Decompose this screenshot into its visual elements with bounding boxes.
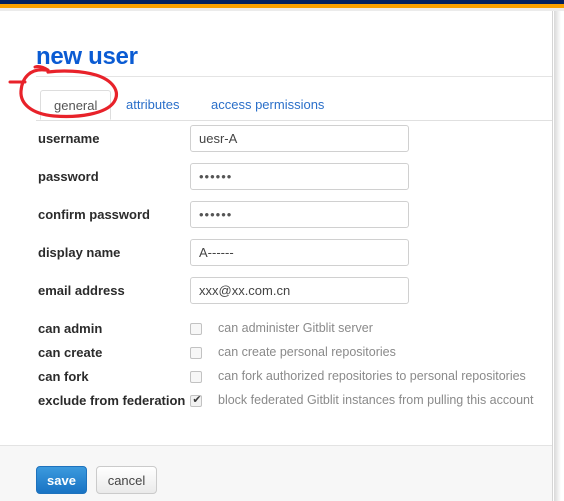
top-chrome-bars [0, 0, 564, 11]
form-row-exclude-from-federation: exclude from federation block federated … [0, 389, 552, 413]
password-input[interactable] [190, 163, 409, 190]
form-row-display-name: display name [0, 235, 552, 273]
cancel-button[interactable]: cancel [96, 466, 157, 494]
exclude-from-federation-checkbox[interactable] [190, 393, 203, 407]
tab-general[interactable]: general [40, 90, 112, 120]
can-create-description: can create personal repositories [218, 345, 396, 359]
page-title: new user [36, 43, 138, 71]
form-row-can-fork: can fork can fork authorized repositorie… [0, 365, 552, 389]
username-input[interactable] [190, 125, 409, 152]
email-address-input[interactable] [190, 277, 409, 304]
confirm-password-input[interactable] [190, 201, 409, 228]
label-password: password [38, 169, 99, 184]
label-can-create: can create [38, 345, 103, 360]
tab-bar: general attributes access permissions [36, 90, 552, 121]
label-confirm-password: confirm password [38, 207, 150, 222]
title-divider [36, 76, 552, 77]
can-create-checkbox[interactable] [190, 347, 202, 359]
label-can-fork: can fork [38, 369, 89, 384]
label-email-address: email address [38, 283, 125, 298]
can-admin-checkbox[interactable] [190, 323, 202, 335]
form-row-confirm-password: confirm password [0, 197, 552, 235]
save-button[interactable]: save [36, 466, 87, 494]
label-username: username [38, 131, 100, 146]
user-form: username password confirm password displ… [0, 121, 552, 413]
label-can-admin: can admin [38, 321, 103, 336]
can-fork-checkbox[interactable] [190, 371, 202, 383]
can-admin-description: can administer Gitblit server [218, 321, 373, 335]
tab-access-permissions[interactable]: access permissions [199, 90, 336, 120]
label-exclude-from-federation: exclude from federation [38, 393, 186, 408]
tab-attributes[interactable]: attributes [114, 90, 191, 120]
label-display-name: display name [38, 245, 121, 260]
display-name-input[interactable] [190, 239, 409, 266]
can-fork-description: can fork authorized repositories to pers… [218, 369, 526, 383]
form-row-can-create: can create can create personal repositor… [0, 341, 552, 365]
exclude-from-federation-description: block federated Gitblit instances from p… [218, 393, 534, 407]
form-row-username: username [0, 121, 552, 159]
form-row-can-admin: can admin can administer Gitblit server [0, 317, 552, 341]
form-row-email-address: email address [0, 273, 552, 311]
form-row-password: password [0, 159, 552, 197]
content-panel: new user general attributes access permi… [0, 11, 553, 501]
panel-edge-shadow [554, 11, 564, 501]
